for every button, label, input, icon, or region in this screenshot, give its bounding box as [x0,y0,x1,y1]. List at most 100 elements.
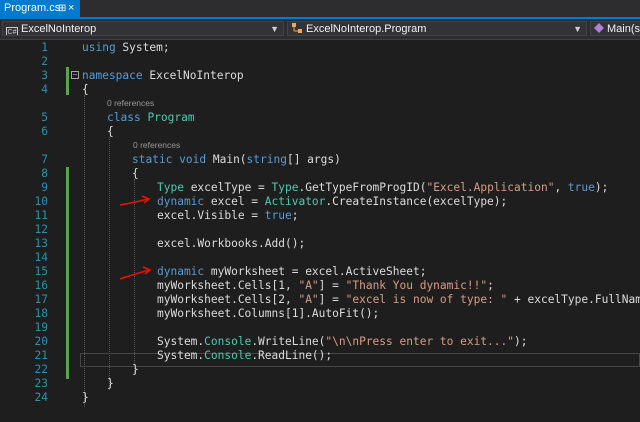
code-token: .CreateInstance(excelType); [325,195,508,208]
line-number: 12 [34,223,48,236]
code-line[interactable]: 12 [0,223,640,237]
code-line[interactable]: 5 class Program [0,111,640,125]
code-token: Main( [206,153,247,166]
code-token: true [567,181,595,194]
code-token: dynamic [157,195,205,208]
code-text: excel.Visible = true; [157,209,298,223]
line-number: 6 [41,125,48,138]
code-token: dynamic [157,265,205,278]
pin-icon[interactable]: ⊞ [58,0,66,17]
code-text: { [132,167,139,181]
code-token: excel.Visible = [157,209,265,222]
code-token: "Excel.Application" [426,181,555,194]
code-line[interactable]: 17 myWorksheet.Cells[2, "A"] = "excel is … [0,293,640,307]
code-token: Console [204,349,252,362]
code-line[interactable]: 6{ [0,125,640,139]
codelens-references[interactable]: 0 references [133,140,180,150]
code-token: ; [487,279,494,292]
code-token: using [82,41,116,54]
chevron-down-icon: ▼ [573,24,582,34]
code-token: [] args) [286,153,341,166]
line-number: 11 [34,209,48,222]
code-line[interactable]: 13 excel.Workbooks.Add(); [0,237,640,251]
code-token: "A" [298,279,319,292]
code-line[interactable]: 11 excel.Visible = true; [0,209,640,223]
line-number: 18 [34,307,48,320]
code-text: excel.Workbooks.Add(); [157,237,305,251]
code-text: { [107,125,114,139]
code-token: void [179,153,207,166]
code-token: myWorksheet.Cells[2, [157,293,299,306]
code-text: } [107,377,114,391]
code-line[interactable]: 19 [0,321,640,335]
code-token: Console [204,335,252,348]
code-line[interactable]: 14 [0,251,640,265]
code-line[interactable]: 4{ [0,83,640,97]
code-line[interactable]: 20 System.Console.WriteLine("\n\nPress en… [0,335,640,349]
code-token: Activator [264,195,326,208]
code-token: "excel is now of type: " [345,293,508,306]
line-number: 10 [34,195,48,208]
code-line[interactable]: 8{ [0,167,640,181]
code-line[interactable]: 23} [0,377,640,391]
csharp-project-icon: C# [6,27,18,36]
code-text: { [82,83,89,97]
code-token: Program [147,111,195,124]
code-line[interactable]: 21 System.Console.ReadLine(); [0,349,640,363]
project-dropdown[interactable]: C# ExcelNoInterop ▼ [2,21,284,36]
close-icon[interactable]: × [68,0,74,17]
code-token: ; [291,209,299,222]
code-token: } [107,377,114,390]
code-line[interactable]: 1 using System; [0,41,640,55]
class-dropdown[interactable]: ExcelNoInterop.Program ▼ [287,21,587,36]
tab-strip: Program.cs ⊞ × [0,0,640,19]
code-token: string [246,153,287,166]
code-text: myWorksheet.Columns[1].AutoFit(); [157,307,379,321]
code-line[interactable]: 18 myWorksheet.Columns[1].AutoFit(); [0,307,640,321]
line-number: 9 [41,181,48,194]
tab-program-cs[interactable]: Program.cs ⊞ × [0,0,80,17]
code-token: ); [594,181,609,194]
tab-title: Program.cs [4,2,61,14]
code-token: Type [157,181,184,194]
line-number: 14 [34,251,48,264]
code-token: } [82,391,89,404]
member-name: Main(strin [607,23,640,35]
code-line[interactable]: 15 dynamic myWorksheet = excel.ActiveShee… [0,265,640,279]
code-line[interactable]: 10 dynamic excel = Activator.CreateInstan… [0,195,640,209]
code-line[interactable]: 22} [0,363,640,377]
code-line[interactable]: 9 Type excelType = Type.GetTypeFromProgID… [0,181,640,195]
code-line[interactable]: 16 myWorksheet.Cells[1, "A"] = "Thank You… [0,279,640,293]
code-token: ] = [318,279,346,292]
code-token: System. [157,335,205,348]
code-token: System. [157,349,205,362]
code-text: myWorksheet.Cells[1, "A"] = "Thank You d… [157,279,494,293]
code-line[interactable]: 24} [0,391,640,405]
code-token: "\n\nPress enter to exit..." [325,335,514,348]
code-token: excel = [204,195,265,208]
line-number: 16 [34,279,48,292]
codelens-references[interactable]: 0 references [107,98,154,108]
code-token: { [82,83,89,96]
code-editor[interactable]: − 0 references 0 references 1 using Syste… [0,40,640,422]
code-token: "A" [298,293,319,306]
line-number: 2 [41,55,48,68]
line-number: 21 [34,349,48,362]
member-dropdown[interactable]: Main(strin [590,21,640,36]
class-icon [292,23,302,33]
code-text: Type excelType = Type.GetTypeFromProgID(… [157,181,608,195]
class-name: ExcelNoInterop.Program [306,23,427,35]
code-token: ); [514,335,528,348]
method-icon [594,23,604,33]
code-line[interactable]: 3 namespace ExcelNoInterop [0,69,640,83]
code-line[interactable]: 7 static void Main(string[] args) [0,153,640,167]
code-token: "Thank You dynamic!!" [345,279,488,292]
code-token: } [132,363,139,376]
code-text: namespace ExcelNoInterop [82,69,244,83]
code-token: Type [271,181,299,194]
line-number: 17 [34,293,48,306]
line-number: 8 [41,167,48,180]
code-token: myWorksheet.Columns[1].AutoFit(); [157,307,380,320]
line-number: 22 [34,363,48,376]
code-line[interactable]: 2 [0,55,640,69]
